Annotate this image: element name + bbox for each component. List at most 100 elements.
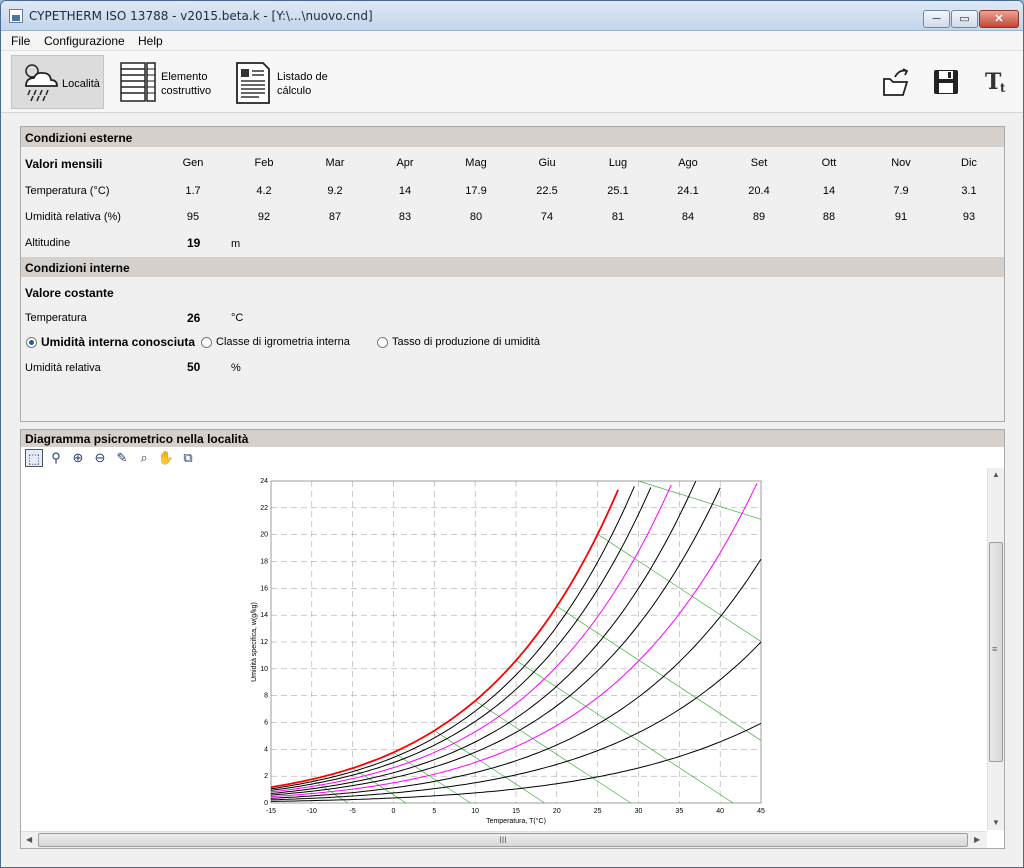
humidity-cell[interactable]: 74 [522, 211, 572, 223]
moisture-production-label[interactable]: Tasso di produzione di umidità [392, 336, 540, 348]
scroll-down-arrow[interactable]: ▼ [992, 818, 1000, 827]
humidity-cell[interactable]: 87 [310, 211, 360, 223]
listado-calculo-button[interactable]: Listado de cálculo [231, 55, 341, 109]
internal-conditions-header: Condizioni interne [21, 257, 1004, 277]
temperature-cell[interactable]: 17.9 [451, 185, 501, 197]
month-header: Ago [678, 157, 698, 169]
y-axis-label: Umidità specifica, w(g/kg) [251, 602, 258, 682]
horizontal-scroll-thumb[interactable]: III [38, 833, 968, 847]
menu-help[interactable]: Help [138, 34, 163, 48]
radio-hygrometry-class[interactable] [201, 337, 212, 348]
pan-hand-icon[interactable]: ✋ [157, 449, 175, 467]
text-style-icon[interactable]: T t [983, 69, 1013, 95]
temperature-cell[interactable]: 22.5 [522, 185, 572, 197]
temperature-cell[interactable]: 9.2 [310, 185, 360, 197]
altitude-value[interactable]: 19 [187, 236, 200, 250]
altitude-label: Altitudine [25, 237, 71, 249]
zoom-dynamic-icon[interactable]: ⚲ [47, 449, 65, 467]
humidity-cell[interactable]: 84 [663, 211, 713, 223]
x-tick-label: 0 [392, 808, 396, 815]
scroll-up-arrow[interactable]: ▲ [992, 470, 1000, 479]
temperature-cell[interactable]: 7.9 [876, 185, 926, 197]
internal-temperature-value[interactable]: 26 [187, 311, 200, 325]
hygrometry-class-label[interactable]: Classe di igrometria interna [216, 336, 350, 348]
menu-configurazione[interactable]: Configurazione [44, 34, 125, 48]
copy-icon[interactable]: ⧉ [179, 449, 197, 467]
temperature-cell[interactable]: 24.1 [663, 185, 713, 197]
zoom-object-icon[interactable]: ⌕ [135, 449, 153, 467]
humidity-cell[interactable]: 83 [380, 211, 430, 223]
y-tick-label: 4 [264, 746, 268, 753]
temperature-cell[interactable]: 20.4 [734, 185, 784, 197]
temperature-row-label: Temperatura (°C) [25, 185, 110, 197]
minimize-button[interactable]: ─ [923, 10, 950, 28]
humidity-cell[interactable]: 81 [593, 211, 643, 223]
y-tick-label: 12 [260, 639, 268, 646]
humidity-cell[interactable]: 89 [734, 211, 784, 223]
x-axis-label: Temperatura, T(°C) [486, 817, 546, 825]
vertical-scroll-thumb[interactable]: ≡ [989, 542, 1003, 762]
internal-humidity-value[interactable]: 50 [187, 360, 200, 374]
temperature-cell[interactable]: 1.7 [168, 185, 218, 197]
internal-humidity-unit: % [231, 362, 241, 374]
psychrometric-header: Diagramma psicrometrico nella località [21, 430, 1004, 447]
humidity-cell[interactable]: 93 [944, 211, 994, 223]
app-icon [9, 9, 23, 23]
maximize-button[interactable]: ▭ [951, 10, 978, 28]
temperature-cell[interactable]: 4.2 [239, 185, 289, 197]
temperature-cell[interactable]: 3.1 [944, 185, 994, 197]
y-tick-label: 16 [260, 585, 268, 592]
external-conditions-header: Condizioni esterne [21, 127, 1004, 147]
temperature-cell[interactable]: 14 [804, 185, 854, 197]
humidity-cell[interactable]: 88 [804, 211, 854, 223]
psychrometric-chart: -15 -10 -5 0 5 10 15 20 25 30 35 40 4502468101214161… [251, 478, 765, 825]
title-bar[interactable]: CYPETHERM ISO 13788 - v2015.beta.k - [Y:… [1, 1, 1023, 31]
report-document-icon [236, 62, 270, 104]
vertical-scrollbar[interactable]: ▲ ≡ ▼ [987, 468, 1004, 830]
localita-button[interactable]: Località [11, 55, 104, 109]
zoom-window-icon[interactable]: ⬚ [25, 449, 43, 467]
humidity-cell[interactable]: 92 [239, 211, 289, 223]
elemento-label-2: costruttivo [161, 85, 212, 97]
month-header: Gen [182, 157, 204, 169]
radio-moisture-production[interactable] [377, 337, 388, 348]
x-tick-label: 35 [675, 808, 683, 815]
save-icon[interactable] [933, 69, 959, 95]
close-button[interactable]: ✕ [979, 10, 1019, 28]
humidity-cell[interactable]: 80 [451, 211, 501, 223]
scroll-right-arrow[interactable]: ▶ [974, 835, 980, 844]
vscroll-grip: ≡ [992, 644, 998, 654]
temperature-cell[interactable]: 14 [380, 185, 430, 197]
listado-label-1: Listado de [277, 71, 328, 83]
humidity-cell[interactable]: 95 [168, 211, 218, 223]
month-header: Nov [891, 157, 911, 169]
menu-file[interactable]: File [11, 34, 30, 48]
edit-icon[interactable]: ✎ [113, 449, 131, 467]
elemento-costruttivo-button[interactable]: Elemento costruttivo [113, 55, 228, 109]
psychrometric-panel: Diagramma psicrometrico nella località ⬚… [20, 429, 1005, 849]
temperature-cell[interactable]: 25.1 [593, 185, 643, 197]
radio-known-humidity[interactable] [26, 337, 37, 348]
month-header: Mar [325, 157, 345, 169]
menu-bar: File Configurazione Help [1, 31, 1023, 51]
y-tick-label: 0 [264, 800, 268, 807]
x-tick-label: 30 [635, 808, 643, 815]
y-tick-label: 6 [264, 720, 268, 727]
constant-value-label: Valore costante [25, 286, 114, 300]
zoom-all-icon[interactable]: ⊕ [69, 449, 87, 467]
month-header: Dic [961, 157, 977, 169]
x-tick-label: 45 [757, 808, 765, 815]
y-tick-label: 2 [264, 773, 268, 780]
altitude-unit: m [231, 238, 241, 250]
known-humidity-label[interactable]: Umidità interna conosciuta [41, 335, 195, 349]
scroll-left-arrow[interactable]: ◀ [26, 835, 32, 844]
open-export-icon[interactable] [881, 67, 911, 97]
zoom-previous-icon[interactable]: ⊖ [91, 449, 109, 467]
horizontal-scrollbar[interactable]: ◀ III ▶ [21, 831, 987, 848]
humidity-cell[interactable]: 91 [876, 211, 926, 223]
y-tick-label: 10 [260, 666, 268, 673]
main-toolbar: Località Elemento costruttivo Listado de… [1, 51, 1023, 113]
y-tick-label: 20 [260, 532, 268, 539]
month-header: Set [750, 157, 768, 169]
application-window: CYPETHERM ISO 13788 - v2015.beta.k - [Y:… [0, 0, 1024, 868]
